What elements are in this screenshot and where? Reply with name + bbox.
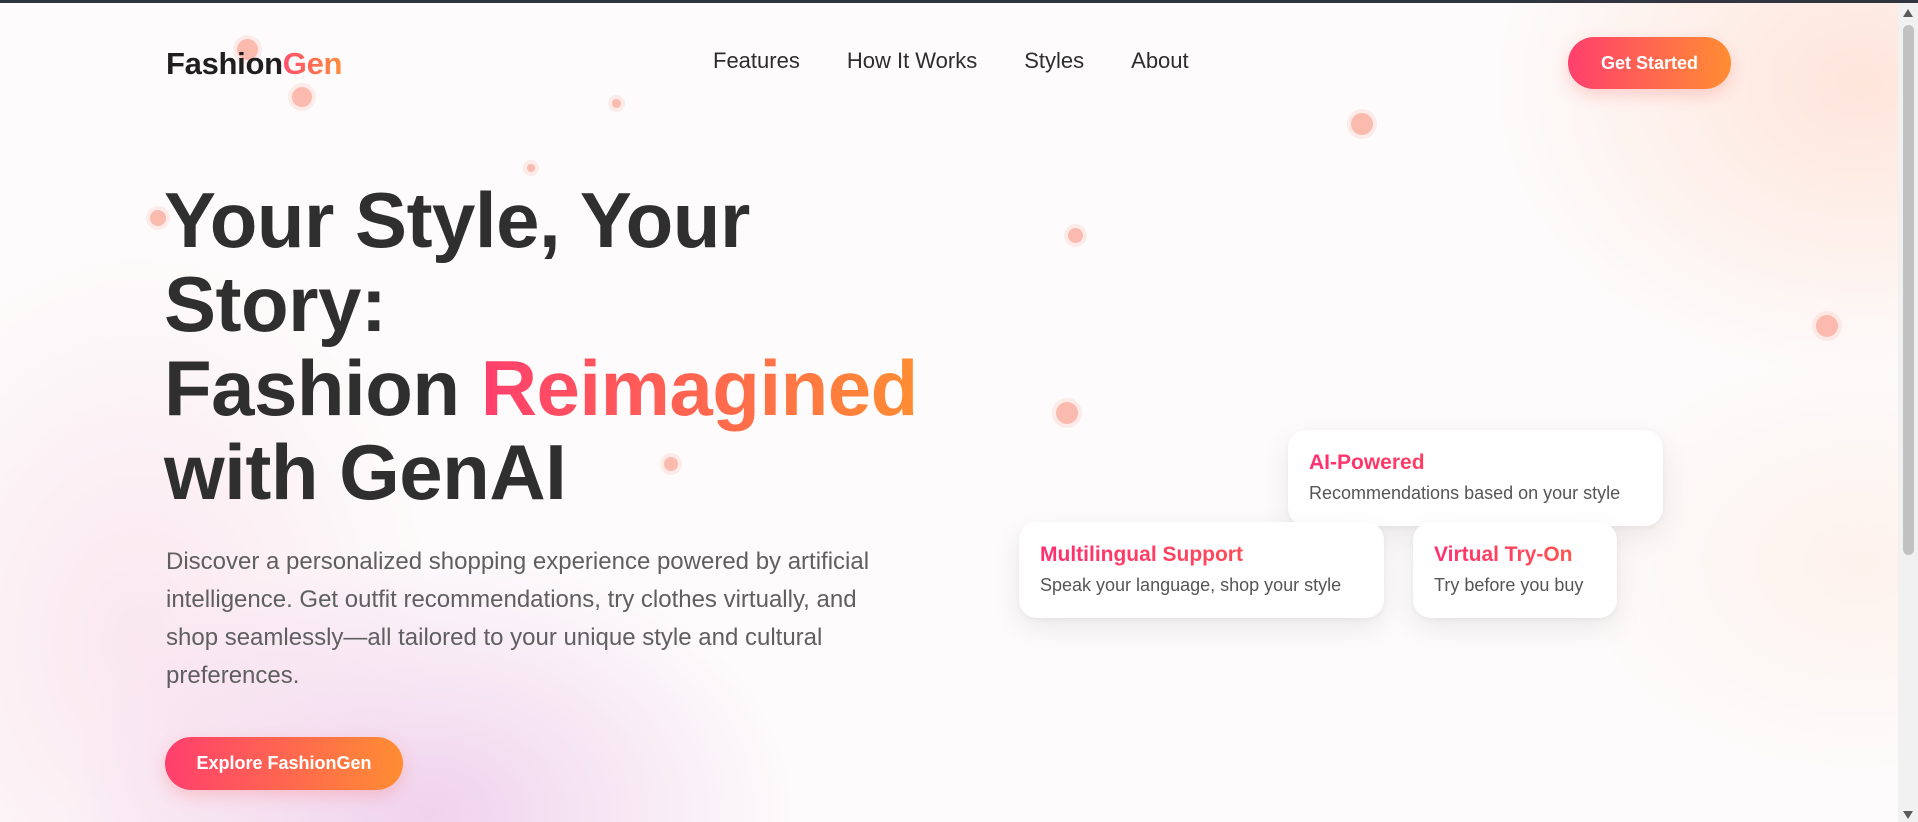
decorative-dot — [1052, 398, 1082, 428]
scroll-down-arrow-icon[interactable] — [1903, 811, 1913, 819]
decorative-dot — [1812, 311, 1842, 341]
decorative-dot — [523, 160, 539, 176]
feature-card-title: Virtual Try-On — [1434, 543, 1596, 567]
scroll-up-arrow-icon[interactable] — [1903, 9, 1913, 17]
hero-title-highlight: Reimagined — [480, 344, 919, 432]
feature-card-ai-powered: AI-Powered Recommendations based on your… — [1288, 430, 1663, 526]
brand-logo[interactable]: FashionGen — [166, 46, 342, 82]
decorative-dot — [288, 83, 316, 111]
main-nav: Features How It Works Styles About — [713, 48, 1189, 74]
explore-fashiongen-button[interactable]: Explore FashionGen — [165, 737, 403, 790]
nav-link-features[interactable]: Features — [713, 48, 800, 74]
hero-title: Your Style, Your Story: Fashion Reimagin… — [164, 178, 918, 514]
vertical-scrollbar[interactable] — [1898, 3, 1918, 822]
get-started-button[interactable]: Get Started — [1568, 37, 1731, 89]
feature-card-description: Speak your language, shop your style — [1040, 575, 1342, 595]
feature-card-title: AI-Powered — [1309, 451, 1642, 475]
nav-link-styles[interactable]: Styles — [1024, 48, 1084, 74]
hero-description: Discover a personalized shopping experie… — [166, 548, 870, 689]
hero-title-line4: with GenAI — [164, 428, 567, 516]
hero-title-line2: Story: — [164, 260, 387, 348]
feature-card-description: Try before you buy — [1434, 575, 1584, 595]
decorative-dot — [1064, 224, 1087, 247]
feature-card-virtual-try-on: Virtual Try-On Try before you buy — [1413, 522, 1617, 618]
brand-name-part2: Gen — [282, 46, 343, 81]
feature-card-multilingual-support: Multilingual Support Speak your language… — [1019, 522, 1384, 618]
nav-link-about[interactable]: About — [1131, 48, 1189, 74]
feature-card-description: Recommendations based on your style — [1309, 483, 1621, 503]
hero-title-line1: Your Style, Your — [164, 176, 750, 264]
scrollbar-thumb[interactable] — [1903, 25, 1914, 555]
decorative-dot — [1347, 109, 1377, 139]
brand-name-part1: Fashion — [166, 46, 283, 81]
decorative-dot — [608, 95, 625, 112]
nav-link-how-it-works[interactable]: How It Works — [847, 48, 977, 74]
hero-title-line3-prefix: Fashion — [164, 344, 481, 432]
feature-card-title: Multilingual Support — [1040, 543, 1363, 567]
